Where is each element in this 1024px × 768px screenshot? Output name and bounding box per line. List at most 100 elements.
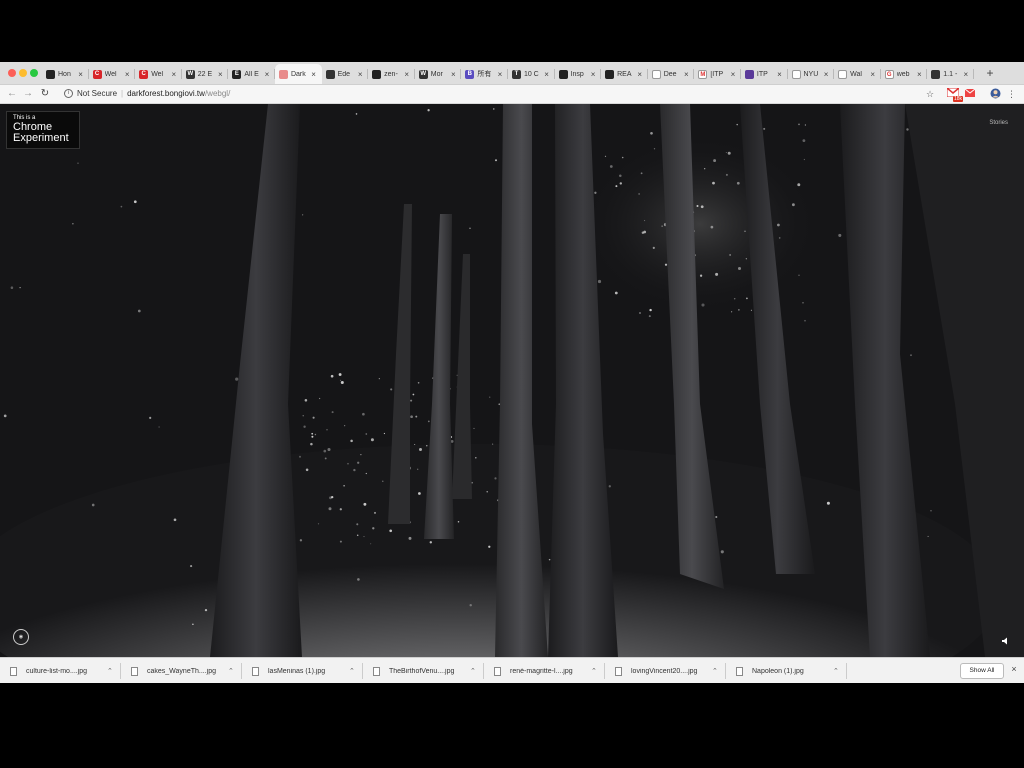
tab-15[interactable]: ITP × (741, 64, 788, 84)
c-logo-icon: C (139, 69, 149, 79)
snow-particle (744, 230, 746, 232)
tab-list: Hon × C Wel × C Wel × W 22 E × E All E × Dark × Ede × zen-… (42, 64, 974, 84)
tab-title: 22 E (197, 70, 213, 78)
tab-close-icon[interactable]: × (776, 70, 784, 79)
new-tab-button[interactable]: + (984, 65, 996, 81)
close-download-shelf-icon[interactable]: × (1009, 664, 1019, 676)
minimize-window-button[interactable] (19, 69, 27, 77)
download-item[interactable]: culture-list-mo....jpg ⌃ (0, 658, 121, 684)
tab-close-icon[interactable]: × (589, 70, 597, 79)
snow-particle (715, 272, 719, 276)
snow-particle (486, 491, 488, 493)
show-all-button[interactable]: Show All (960, 663, 1004, 679)
download-item[interactable]: lovingVincent20....jpg ⌃ (605, 658, 726, 684)
tab-11[interactable]: Insp × (555, 64, 602, 84)
tab-close-icon[interactable]: × (449, 70, 457, 79)
url-host: darkforest.bongiovi.tw (127, 89, 205, 98)
tab-9[interactable]: B 所有 × (461, 64, 508, 84)
sound-toggle-icon[interactable] (1002, 637, 1010, 645)
tab-0[interactable]: Hon × (42, 64, 89, 84)
download-filename: TheBirthofVenu....jpg (389, 667, 455, 675)
tab-close-icon[interactable]: × (822, 70, 830, 79)
tab-8[interactable]: W Mor × (415, 64, 462, 84)
snow-particle (410, 415, 413, 419)
tab-close-icon[interactable]: × (869, 70, 877, 79)
download-item[interactable]: rené-magritte-l....jpg ⌃ (484, 658, 605, 684)
mail-icon[interactable] (964, 88, 976, 100)
chevron-up-icon[interactable]: ⌃ (470, 667, 478, 675)
tab-16[interactable]: NYU × (788, 64, 835, 84)
chevron-up-icon[interactable]: ⌃ (228, 667, 236, 675)
chevron-up-icon[interactable]: ⌃ (107, 667, 115, 675)
tab-close-icon[interactable]: × (496, 70, 504, 79)
download-item[interactable]: TheBirthofVenu....jpg ⌃ (363, 658, 484, 684)
tab-2[interactable]: C Wel × (135, 64, 182, 84)
tab-close-icon[interactable]: × (216, 70, 224, 79)
snow-particle (414, 443, 416, 446)
snow-particle (305, 468, 309, 472)
tab-4[interactable]: E All E × (228, 64, 275, 84)
reload-button[interactable]: ↻ (39, 87, 51, 101)
tab-close-icon[interactable]: × (403, 70, 411, 79)
back-button[interactable]: ← (6, 87, 18, 101)
tab-1[interactable]: C Wel × (89, 64, 136, 84)
tab-close-icon[interactable]: × (310, 70, 318, 79)
tab-17[interactable]: Wal × (834, 64, 881, 84)
tab-5[interactable]: Dark × (274, 64, 322, 84)
tab-7[interactable]: zen- × (368, 64, 415, 84)
chrome-experiment-badge[interactable]: This is a Chrome Experiment (6, 111, 80, 149)
tab-14[interactable]: M [ITP × (694, 64, 741, 84)
stories-link[interactable]: Stories (989, 120, 1008, 126)
snow-particle (327, 447, 331, 452)
file-icon (252, 666, 259, 676)
tab-close-icon[interactable]: × (636, 70, 644, 79)
snow-particle (715, 515, 718, 519)
tab-close-icon[interactable]: × (962, 70, 970, 79)
chevron-up-icon[interactable]: ⌃ (591, 667, 599, 675)
download-item[interactable]: lasMeninas (1).jpg ⌃ (242, 658, 363, 684)
tab-12[interactable]: REA × (601, 64, 648, 84)
download-item[interactable]: Napoleon (1).jpg ⌃ (726, 658, 847, 684)
forward-button[interactable]: → (22, 87, 34, 101)
tab-18[interactable]: Gweb × (881, 64, 928, 84)
address-bar[interactable]: i Not Secure | darkforest.bongiovi.tw/webgl… (58, 87, 938, 101)
download-filename: cakes_WayneTh....jpg (147, 667, 216, 675)
site-logo-icon[interactable]: ◉ (13, 629, 29, 645)
snow-particle (204, 608, 208, 612)
tab-close-icon[interactable]: × (915, 70, 923, 79)
tab-close-icon[interactable]: × (356, 70, 364, 79)
bookmark-star-icon[interactable]: ☆ (925, 88, 935, 100)
profile-avatar[interactable] (989, 88, 1001, 100)
maximize-window-button[interactable] (30, 69, 38, 77)
tab-10[interactable]: T 10 C × (508, 64, 555, 84)
tab-close-icon[interactable]: × (170, 70, 178, 79)
webgl-viewport[interactable]: This is a Chrome Experiment Stories ◉ (0, 104, 1024, 657)
chevron-up-icon[interactable]: ⌃ (349, 667, 357, 675)
file-icon (615, 666, 622, 676)
chevron-up-icon[interactable]: ⌃ (833, 667, 841, 675)
snow-particle (712, 181, 715, 185)
snow-particle (363, 536, 365, 538)
tab-13[interactable]: Dee × (648, 64, 695, 84)
tab-3[interactable]: W 22 E × (182, 64, 229, 84)
tab-close-icon[interactable]: × (77, 70, 85, 79)
snow-particle (725, 173, 728, 176)
menu-kebab-icon[interactable]: ⋮ (1007, 88, 1016, 100)
snow-particle (701, 303, 705, 307)
tab-19[interactable]: 1.1 - × (927, 64, 974, 84)
download-item[interactable]: cakes_WayneTh....jpg ⌃ (121, 658, 242, 684)
tab-close-icon[interactable]: × (263, 70, 271, 79)
info-icon[interactable]: i (64, 89, 73, 99)
snow-particle (725, 151, 727, 154)
tab-close-icon[interactable]: × (729, 70, 737, 79)
tab-6[interactable]: Ede × (322, 64, 369, 84)
snow-particle (736, 123, 738, 126)
chevron-up-icon[interactable]: ⌃ (712, 667, 720, 675)
snow-particle (738, 309, 740, 311)
snow-particle (710, 225, 714, 229)
tab-close-icon[interactable]: × (682, 70, 690, 79)
snow-particle (418, 492, 421, 495)
tab-close-icon[interactable]: × (123, 70, 131, 79)
close-window-button[interactable] (8, 69, 16, 77)
tab-close-icon[interactable]: × (543, 70, 551, 79)
